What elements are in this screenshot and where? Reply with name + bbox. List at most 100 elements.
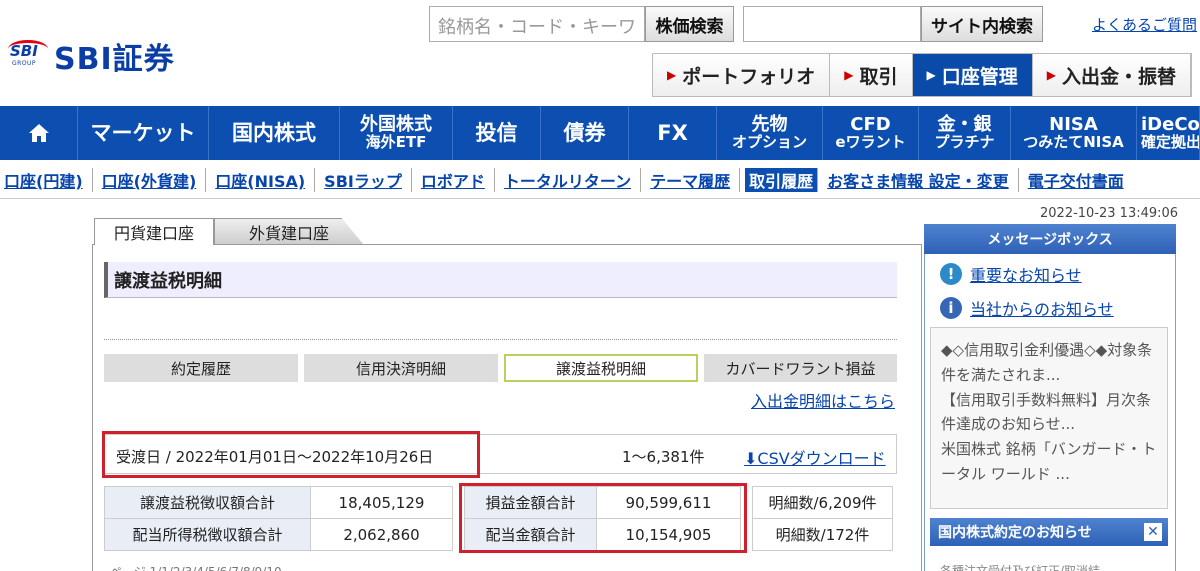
nav-label: 投信 [475,120,518,145]
nav-cfd[interactable]: CFD eワラント [823,106,919,160]
product-nav: マーケット 国内株式 外国株式 海外ETF 投信 債券 FX 先物 オプション CF… [0,106,1200,160]
divider [0,198,1200,199]
subnav-theme-history[interactable]: テーマ履歴 [646,168,741,192]
summary-label: 配当所得税徴収額合計 [104,518,311,551]
triangle-icon: ▶ [926,68,936,82]
nav-label: FX [657,120,688,145]
news-list: ◆◇信用取引金利優遇◇◆対象条件を満たされま... 【信用取引手数料無料】月次条… [930,327,1168,509]
tab-foreign-currency-account[interactable]: 外貨建口座 [214,218,364,245]
nav-label: 国内株式 [232,120,316,145]
highlight-box-totals [459,483,747,553]
main-nav-label: 入出金・振替 [1061,65,1176,88]
subnav-account-nisa[interactable]: 口座(NISA) [211,168,316,192]
summary-label: 譲渡益税徴収額合計 [104,486,311,519]
tab-label: 円貨建口座 [113,224,194,243]
nav-label: NISA [1049,113,1098,135]
tab-yen-account[interactable]: 円貨建口座 [94,218,214,245]
domestic-notice-partial: 各種注文受付及び訂正/取消結 [940,564,1101,571]
main-nav-portfolio[interactable]: ▶ ポートフォリオ [653,54,831,96]
main-nav-trade[interactable]: ▶ 取引 [830,54,913,96]
nav-ideco[interactable]: iDeCo 確定拠出 [1137,106,1200,160]
nav-label: マーケット [90,120,196,145]
nav-label: 先物 [751,113,788,135]
alert-icon: ! [940,263,962,285]
result-count: 1～6,381件 [622,448,705,466]
home-button[interactable] [0,106,78,160]
nav-label: iDeCo [1141,113,1200,135]
site-search-button[interactable]: サイト内検索 [921,6,1043,42]
dotted-divider [104,339,897,340]
news-item[interactable]: 【信用取引手数料無料】月次条件達成のお知らせ... [941,388,1157,438]
main-nav-label: 取引 [859,65,898,88]
faq-link[interactable]: よくあるご質問 [1092,14,1197,35]
logo-sbi-text: SBI [10,42,38,60]
main-nav-label: 口座管理 [941,65,1018,88]
triangle-icon: ▶ [667,68,677,82]
deposit-details-link[interactable]: 入出金明細はこちら [751,388,895,412]
company-notice-link[interactable]: 当社からのお知らせ [970,296,1114,320]
news-item[interactable]: ◆◇信用取引金利優遇◇◆対象条件を満たされま... [941,338,1157,388]
nav-label: CFD [850,113,891,135]
home-icon [28,124,49,142]
news-item[interactable]: 米国株式 銘柄「バンガード・トータル ワールド ... [941,437,1157,487]
nav-foreign-stocks[interactable]: 外国株式 海外ETF [340,106,453,160]
nav-sublabel: eワラント [835,132,906,151]
nav-funds[interactable]: 投信 [453,106,541,160]
subnav-robo-advisor[interactable]: ロボアド [417,168,495,192]
main-nav-deposit[interactable]: ▶ 入出金・振替 [1032,54,1191,96]
important-notice[interactable]: ! 重要なお知らせ [940,262,1082,286]
nav-fx[interactable]: FX [629,106,717,160]
subtab-covered-warrant[interactable]: カバードワラント損益 [704,354,897,382]
subtab-capital-gains-tax[interactable]: 譲渡益税明細 [504,354,698,382]
subnav-account-yen[interactable]: 口座(円建) [0,168,93,192]
sbi-logo-mark: SBI GROUP [8,40,50,72]
close-icon[interactable]: ✕ [1144,523,1162,541]
csv-download-link[interactable]: ⬇CSVダウンロード [744,445,886,469]
subnav-electronic-docs[interactable]: 電子交付書面 [1024,168,1133,192]
subnav-trade-history[interactable]: 取引履歴 [745,168,819,192]
triangle-icon: ▶ [844,68,854,82]
nav-sublabel: つみたてNISA [1023,132,1124,151]
subnav-customer-settings[interactable]: お客さま情報 設定・変更 [823,168,1019,192]
nav-sublabel: 海外ETF [365,132,427,151]
subnav-sbi-wrap[interactable]: SBIラップ [320,168,412,192]
site-search-input[interactable] [743,6,921,42]
sbi-logo[interactable]: SBI GROUP SBI証券 [8,34,175,78]
subnav-account-foreign[interactable]: 口座(外貨建) [98,168,207,192]
logo-group-text: GROUP [12,60,37,67]
pagination-partial[interactable]: ページ 1/1/2/3/4/5/6/7/8/9/10 [110,563,282,571]
nav-market[interactable]: マーケット [78,106,209,160]
nav-gold[interactable]: 金・銀 プラチナ [919,106,1011,160]
company-notice[interactable]: i 当社からのお知らせ [940,296,1114,320]
domestic-notice-title: 国内株式約定のお知らせ [938,525,1092,541]
main-nav-account[interactable]: ▶ 口座管理 [912,54,1033,96]
summary-count: 明細数/172件 [752,518,893,551]
summary-count: 明細数/6,209件 [752,486,893,519]
tab-label: 外貨建口座 [248,224,329,243]
info-icon: i [940,297,962,319]
nav-futures[interactable]: 先物 オプション [717,106,823,160]
subtab-margin-settlement[interactable]: 信用決済明細 [304,354,498,382]
domestic-execution-notice: 国内株式約定のお知らせ ✕ [930,518,1168,546]
page-title: 譲渡益税明細 [104,262,897,298]
nav-sublabel: 確定拠出 [1141,132,1200,151]
triangle-icon: ▶ [1046,68,1056,82]
stock-search-input[interactable]: 銘柄名・コード・キーワ [429,6,645,42]
subnav-total-return[interactable]: トータルリターン [500,168,642,192]
summary-value: 2,062,860 [310,518,453,551]
summary-value: 18,405,129 [310,486,453,519]
csv-download-label: CSVダウンロード [757,449,886,468]
nav-label: 外国株式 [360,113,432,135]
highlight-box-date [102,431,480,478]
subtab-execution-history[interactable]: 約定履歴 [104,354,298,382]
nav-sublabel: オプション [731,132,807,151]
download-icon: ⬇ [744,449,758,468]
nav-label: 債券 [563,120,606,145]
nav-bonds[interactable]: 債券 [541,106,629,160]
nav-domestic-stocks[interactable]: 国内株式 [209,106,340,160]
nav-label: 金・銀 [937,113,992,135]
stock-search-button[interactable]: 株価検索 [645,6,734,42]
nav-nisa[interactable]: NISA つみたてNISA [1011,106,1137,160]
important-notice-link[interactable]: 重要なお知らせ [970,262,1082,286]
current-datetime: 2022-10-23 13:49:06 [1040,206,1179,221]
